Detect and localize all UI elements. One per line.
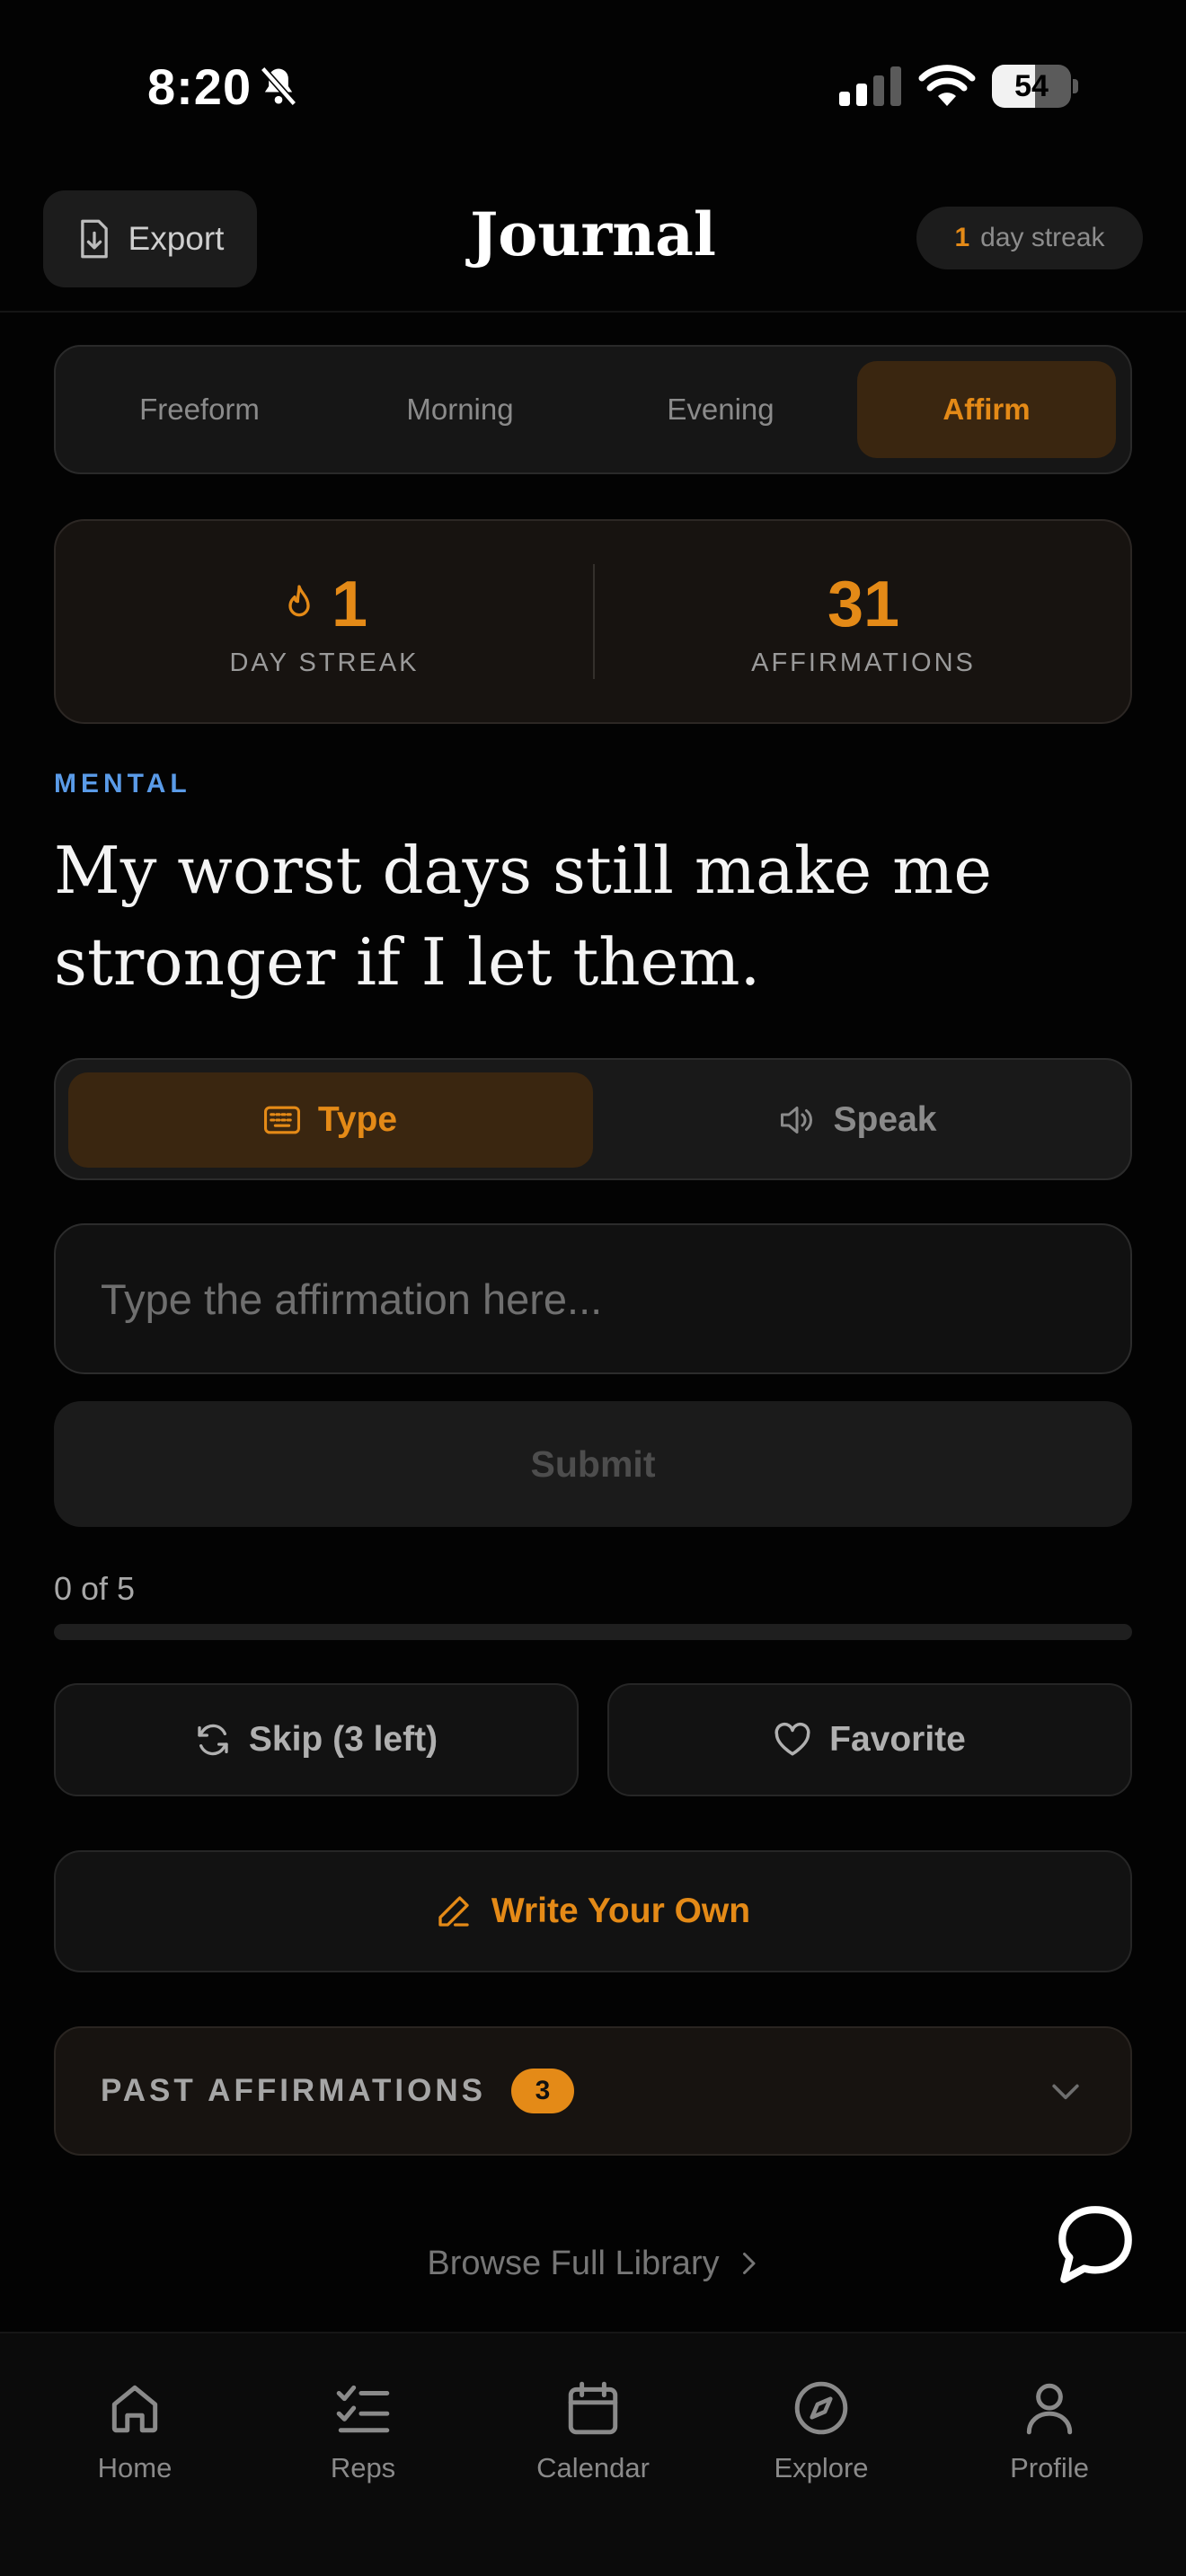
chevron-right-icon <box>742 2253 756 2274</box>
browse-library-label: Browse Full Library <box>427 2244 720 2282</box>
tab-freeform[interactable]: Freeform <box>70 361 329 458</box>
type-mode-label: Type <box>317 1100 398 1139</box>
favorite-label: Favorite <box>829 1720 966 1759</box>
stats-card: 1 DAY STREAK 31 AFFIRMATIONS <box>54 519 1132 724</box>
skip-label: Skip (3 left) <box>248 1720 438 1759</box>
tab-calendar[interactable]: Calendar <box>494 2378 692 2484</box>
tab-label: Reps <box>330 2452 396 2483</box>
pencil-icon <box>438 1896 469 1927</box>
streak-stat-label: DAY STREAK <box>229 648 420 677</box>
refresh-icon <box>198 1724 228 1756</box>
speaker-icon <box>780 1107 812 1134</box>
write-your-own-button[interactable]: Write Your Own <box>54 1850 1132 1972</box>
tab-label: Freeform <box>139 393 260 426</box>
progress-bar <box>54 1624 1132 1640</box>
streak-badge-label: day streak <box>980 223 1105 252</box>
tab-home[interactable]: Home <box>36 2378 234 2484</box>
chat-bubble-icon[interactable] <box>1051 2201 1139 2289</box>
affirmations-stat-value: 31 <box>827 569 900 640</box>
export-label: Export <box>128 220 225 257</box>
cellular-signal-icon <box>839 66 901 106</box>
past-affirmations-title: PAST AFFIRMATIONS <box>101 2073 486 2108</box>
tab-label: Calendar <box>536 2452 650 2483</box>
tab-label: Explore <box>774 2452 869 2483</box>
wifi-icon <box>918 65 976 106</box>
battery-indicator: 54 <box>992 65 1078 108</box>
streak-badge: 1 day streak <box>916 207 1143 269</box>
progress-text: 0 of 5 <box>54 1570 136 1607</box>
input-mode-toggle: Type Speak <box>54 1058 1132 1180</box>
journal-mode-tabs: Freeform Morning Evening Affirm <box>54 345 1132 474</box>
chevron-down-icon <box>1052 2084 1079 2100</box>
tab-label: Morning <box>406 393 514 426</box>
favorite-button[interactable]: Favorite <box>607 1683 1132 1796</box>
tab-evening[interactable]: Evening <box>591 361 850 458</box>
home-icon <box>111 2385 158 2433</box>
bell-muted-icon <box>260 66 297 107</box>
page-title: Journal <box>470 199 716 269</box>
submit-label: Submit <box>530 1442 656 1485</box>
past-affirmations-count: 3 <box>511 2069 574 2113</box>
tab-profile[interactable]: Profile <box>951 2378 1148 2484</box>
tab-morning[interactable]: Morning <box>331 361 589 458</box>
streak-stat-value: 1 <box>331 569 368 640</box>
affirmation-input[interactable] <box>54 1223 1132 1374</box>
streak-stat: 1 <box>56 568 593 641</box>
header-divider <box>0 311 1186 313</box>
tab-label: Affirm <box>943 393 1031 426</box>
keyboard-icon <box>263 1106 300 1134</box>
flame-icon <box>288 585 310 617</box>
tab-affirm[interactable]: Affirm <box>857 361 1116 458</box>
tab-label: Profile <box>1010 2452 1089 2483</box>
write-your-own-label: Write Your Own <box>491 1892 751 1930</box>
download-file-icon <box>80 219 108 259</box>
compass-icon <box>794 2381 848 2435</box>
browse-library-link[interactable]: Browse Full Library <box>377 2236 809 2290</box>
affirmations-stat-label: AFFIRMATIONS <box>751 648 976 677</box>
tab-reps[interactable]: Reps <box>264 2378 462 2484</box>
person-icon <box>1026 2383 1073 2435</box>
checklist-icon <box>336 2385 390 2433</box>
skip-button[interactable]: Skip (3 left) <box>54 1683 579 1796</box>
affirmation-category: MENTAL <box>54 769 191 798</box>
affirmation-text: My worst days still make me stronger if … <box>54 833 993 1000</box>
export-button[interactable]: Export <box>43 190 257 287</box>
tab-label: Home <box>97 2452 173 2483</box>
submit-button[interactable]: Submit <box>54 1401 1132 1527</box>
speak-mode-label: Speak <box>833 1100 937 1139</box>
status-time: 8:20 <box>147 58 252 115</box>
bottom-tab-bar: Home Reps Calendar Explore Profile <box>0 2332 1186 2576</box>
tab-label: Evening <box>667 393 774 426</box>
type-mode-button[interactable]: Type <box>68 1072 593 1168</box>
calendar-icon <box>568 2381 618 2435</box>
tab-explore[interactable]: Explore <box>722 2378 920 2484</box>
speak-mode-button[interactable]: Speak <box>595 1072 1120 1168</box>
battery-level: 54 <box>1014 69 1049 103</box>
streak-badge-count: 1 <box>954 223 970 252</box>
heart-icon <box>774 1722 810 1756</box>
past-affirmations-toggle[interactable]: PAST AFFIRMATIONS 3 <box>54 2026 1132 2156</box>
